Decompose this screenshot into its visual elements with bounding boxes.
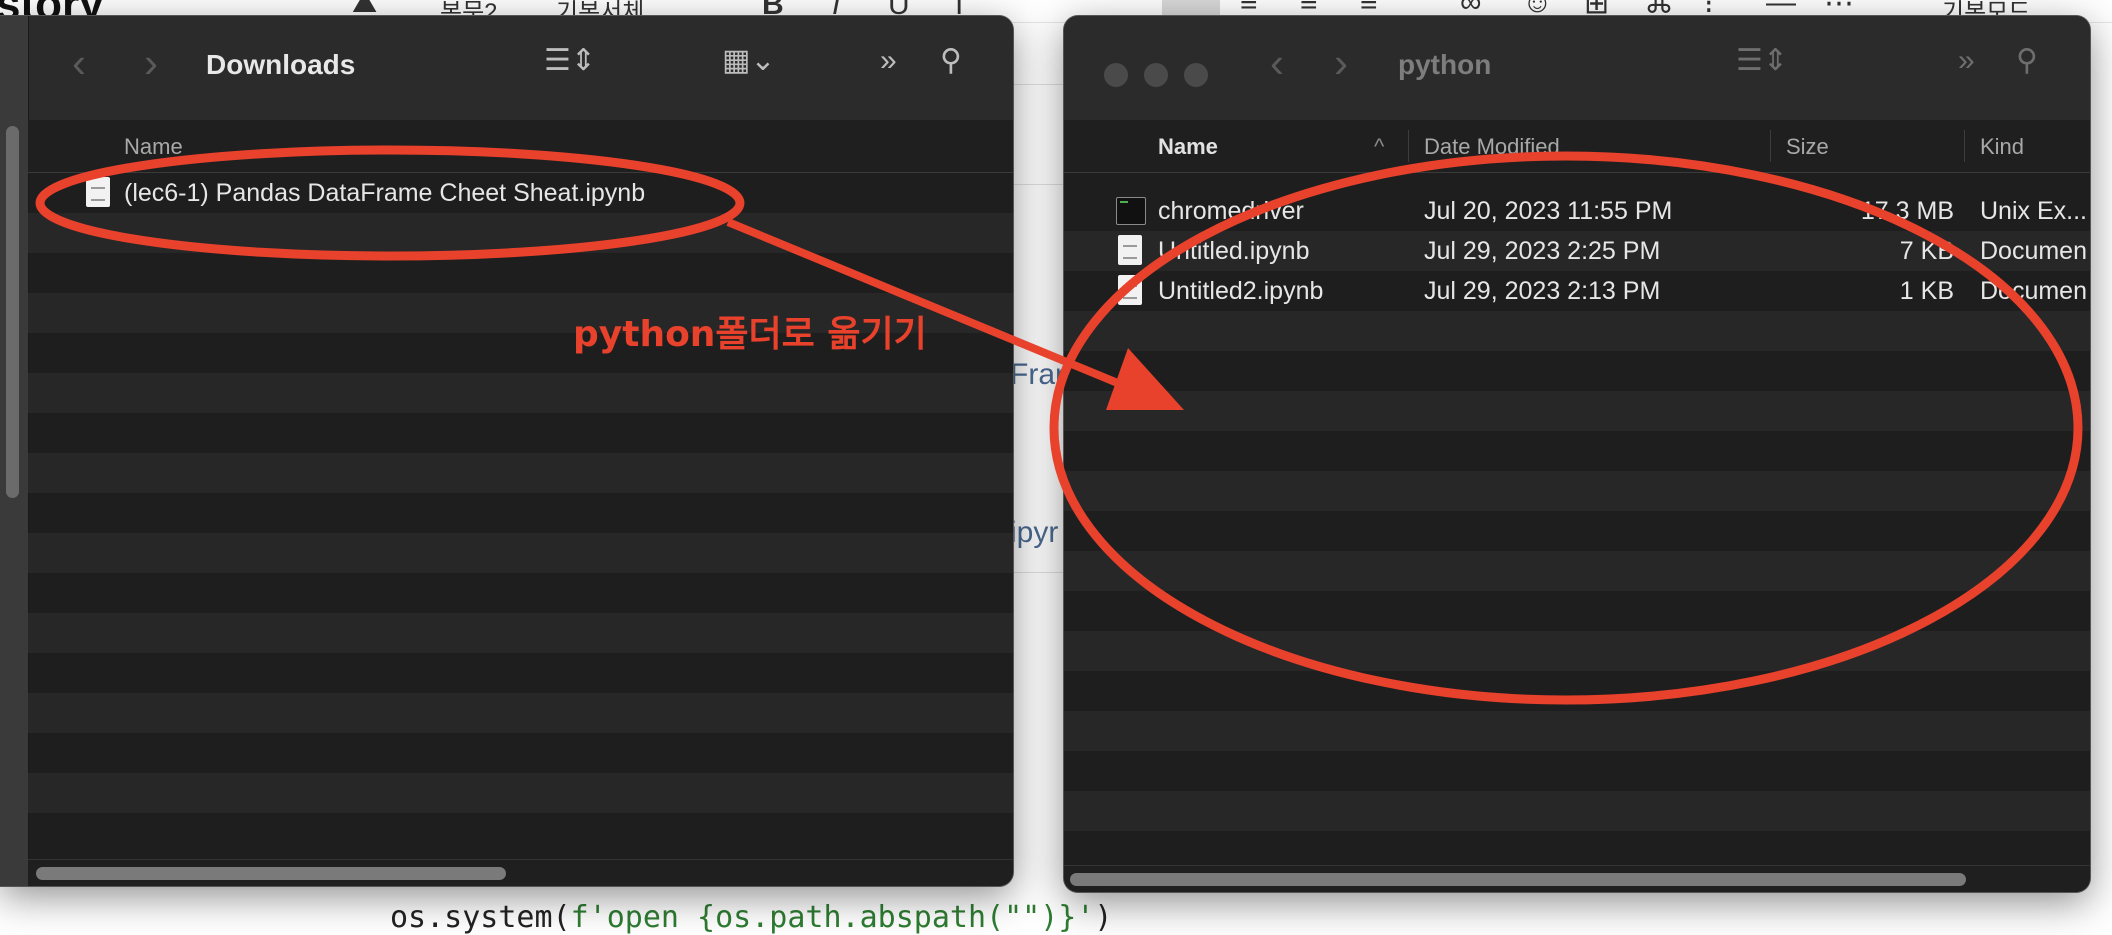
empty-row (28, 653, 1013, 693)
finder-window-python[interactable]: ‹ › python ☰⇕ » ⚲ Name ^ Date Modified S… (1064, 16, 2090, 892)
empty-row (1064, 591, 2090, 631)
column-separator[interactable] (1408, 130, 1409, 162)
horizontal-scrollbar[interactable] (28, 859, 1013, 886)
empty-row (28, 613, 1013, 653)
document-icon (1118, 275, 1142, 305)
file-kind: Documen (1980, 277, 2087, 305)
code-line: os.system(f'open {os.path.abspath("")}') (390, 900, 1113, 935)
empty-row (28, 213, 1013, 253)
back-icon[interactable]: ‹ (1270, 42, 1284, 84)
empty-row (1064, 791, 2090, 831)
column-name[interactable]: Name (1158, 134, 1218, 160)
column-date-modified[interactable]: Date Modified (1424, 134, 1560, 160)
window-title: python (1398, 49, 1492, 80)
list-item[interactable]: Untitled.ipynb Jul 29, 2023 2:25 PM 7 KB… (1064, 231, 2090, 271)
editor-link-fragment[interactable]: Fran (1010, 358, 1072, 392)
window-title: Downloads (206, 49, 356, 80)
file-date: Jul 29, 2023 2:25 PM (1424, 237, 1661, 265)
scrollbar-thumb[interactable] (36, 867, 506, 880)
window-toolbar: ‹ › Downloads ☰⇕ ▦⌄ » ⚲ (0, 16, 1013, 121)
empty-row (28, 573, 1013, 613)
search-icon[interactable]: ⚲ (940, 46, 962, 76)
empty-row (28, 493, 1013, 533)
document-icon (1118, 235, 1142, 265)
list-view-icon[interactable]: ☰⇕ (1736, 46, 1788, 76)
file-kind: Documen (1980, 237, 2087, 265)
list-item[interactable]: chromedriver Jul 20, 2023 11:55 PM 17.3 … (1064, 191, 2090, 231)
list-item[interactable]: (lec6-1) Pandas DataFrame Cheet Sheat.ip… (28, 173, 1013, 213)
more-toolbar-icon[interactable]: » (1958, 46, 1975, 76)
document-icon (86, 177, 110, 207)
minimize-button[interactable] (1144, 63, 1168, 87)
column-name[interactable]: Name (124, 134, 183, 160)
sidebar-scrollbar[interactable] (6, 126, 19, 498)
empty-row (28, 693, 1013, 733)
finder-window-downloads[interactable]: ‹ › Downloads ☰⇕ ▦⌄ » ⚲ Name (lec6-1) Pa… (0, 16, 1013, 886)
empty-row (1064, 391, 2090, 431)
empty-row (1064, 511, 2090, 551)
annotation-label: python폴더로 옮기기 (573, 314, 927, 355)
empty-row (1064, 471, 2090, 511)
list-view-icon[interactable]: ☰⇕ (544, 46, 596, 76)
horizontal-scrollbar[interactable] (1064, 865, 2090, 892)
empty-row (28, 533, 1013, 573)
column-separator[interactable] (1770, 130, 1771, 162)
group-icon[interactable]: ▦⌄ (722, 46, 775, 76)
column-separator[interactable] (1964, 130, 1965, 162)
empty-row (1064, 311, 2090, 351)
sort-ascending-icon[interactable]: ^ (1374, 134, 1384, 160)
forward-icon[interactable]: › (1334, 42, 1348, 84)
file-size: 17.3 MB (1860, 197, 1954, 225)
file-size: 7 KB (1899, 237, 1954, 265)
list-item[interactable]: Untitled2.ipynb Jul 29, 2023 2:13 PM 1 K… (1064, 271, 2090, 311)
back-icon[interactable]: ‹ (72, 42, 86, 84)
file-kind: Unix Ex... (1980, 197, 2087, 225)
column-size[interactable]: Size (1786, 134, 1829, 160)
executable-icon (1116, 197, 1146, 225)
empty-row (28, 733, 1013, 773)
editor-divider (1012, 184, 1072, 185)
window-toolbar: ‹ › python ☰⇕ » ⚲ (1064, 16, 2090, 121)
more-toolbar-icon[interactable]: » (880, 46, 897, 76)
empty-row (1064, 671, 2090, 711)
empty-row (28, 773, 1013, 813)
empty-row (28, 413, 1013, 453)
file-size: 1 KB (1899, 277, 1954, 305)
file-name: Untitled.ipynb (1158, 237, 1310, 265)
zoom-button[interactable] (1184, 63, 1208, 87)
file-name: (lec6-1) Pandas DataFrame Cheet Sheat.ip… (124, 179, 646, 207)
editor-link-fragment[interactable]: ipyr (1010, 516, 1058, 550)
file-date: Jul 20, 2023 11:55 PM (1424, 197, 1673, 225)
file-name: chromedriver (1158, 197, 1304, 225)
file-date: Jul 29, 2023 2:13 PM (1424, 277, 1661, 305)
empty-row (28, 453, 1013, 493)
empty-row (28, 373, 1013, 413)
search-icon[interactable]: ⚲ (2016, 46, 2038, 76)
sidebar (0, 16, 29, 886)
empty-row (28, 813, 1013, 853)
editor-divider (1012, 572, 1072, 573)
empty-row (1064, 551, 2090, 591)
column-header: Name (28, 120, 1013, 173)
forward-icon[interactable]: › (144, 42, 158, 84)
column-header: Name ^ Date Modified Size Kind (1064, 120, 2090, 173)
close-button[interactable] (1104, 63, 1128, 87)
empty-row (1064, 751, 2090, 791)
empty-row (1064, 711, 2090, 751)
file-name: Untitled2.ipynb (1158, 277, 1324, 305)
empty-row (1064, 631, 2090, 671)
column-kind[interactable]: Kind (1980, 134, 2024, 160)
editor-divider (1012, 84, 1072, 85)
empty-row (28, 253, 1013, 293)
scrollbar-thumb[interactable] (1070, 873, 1966, 886)
empty-row (1064, 431, 2090, 471)
empty-row (1064, 351, 2090, 391)
